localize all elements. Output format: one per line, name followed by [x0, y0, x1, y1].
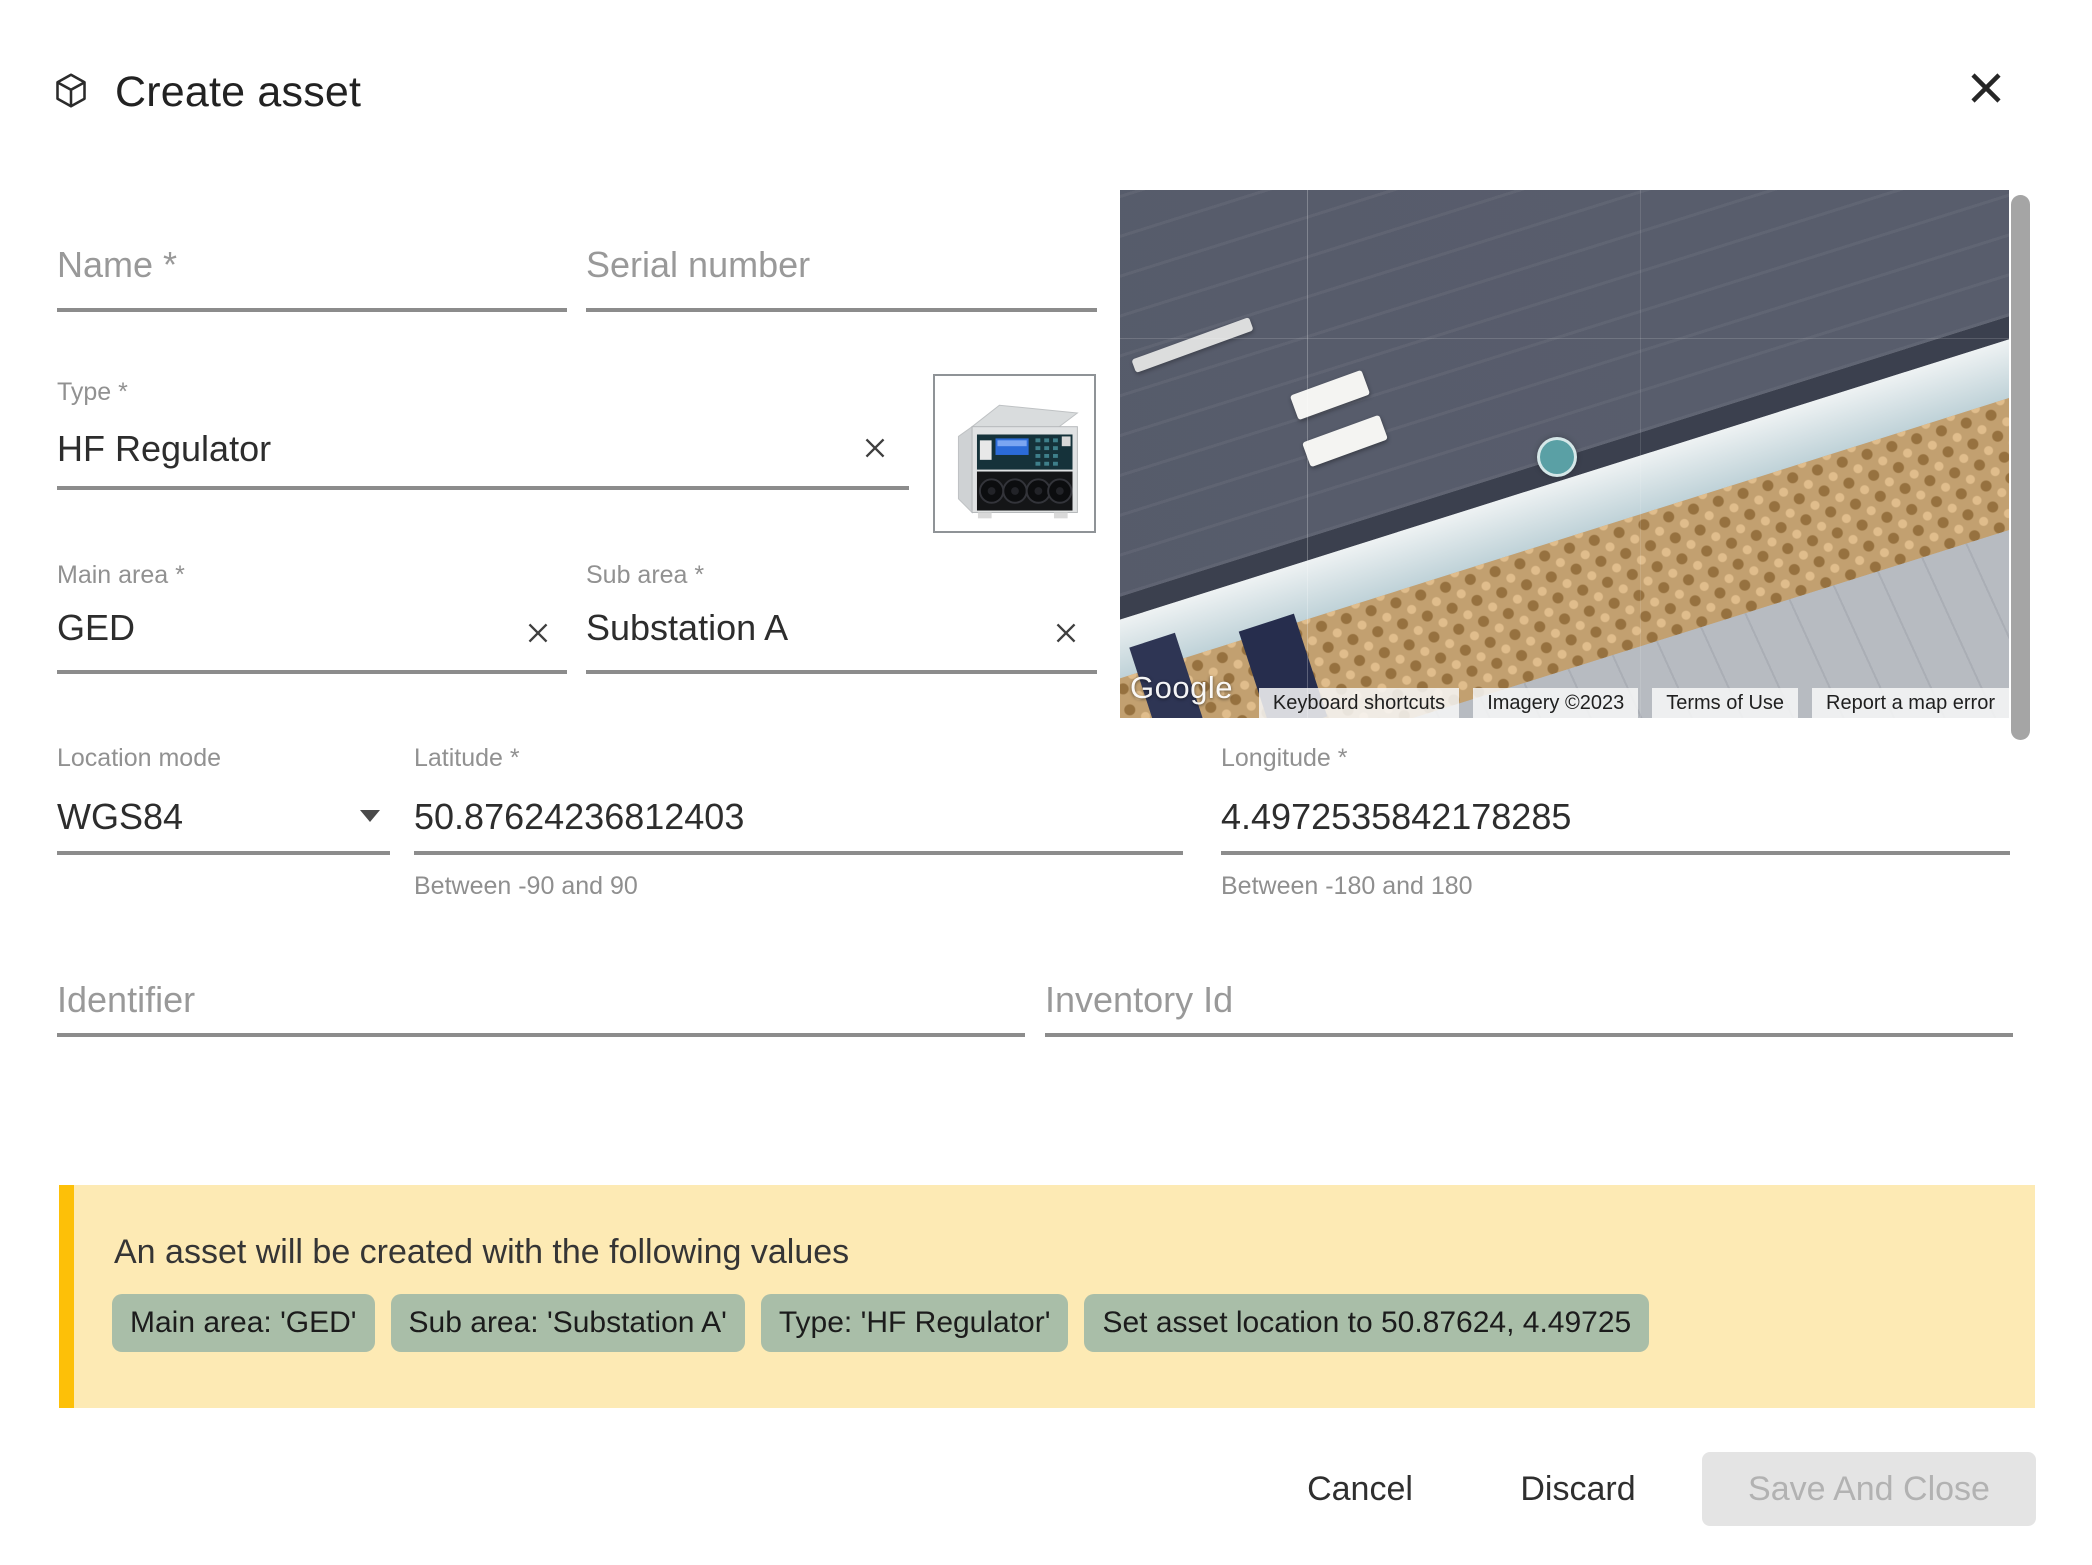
chevron-down-icon[interactable] [360, 810, 380, 822]
type-clear-button[interactable] [859, 432, 893, 466]
type-label: Type * [57, 378, 128, 407]
map-attribution: Keyboard shortcuts Imagery ©2023 Terms o… [1120, 688, 2009, 718]
map[interactable]: Google Keyboard shortcuts Imagery ©2023 … [1120, 190, 2009, 718]
main-area-label: Main area * [57, 561, 185, 590]
sub-area-field[interactable]: Sub area * Substation A [586, 561, 1097, 676]
latitude-field[interactable]: Latitude * 50.87624236812403 Between -90… [414, 744, 1183, 904]
package-icon [53, 70, 89, 117]
identifier-underline [57, 1033, 1025, 1037]
banner-accent-bar [59, 1185, 74, 1408]
serial-number-placeholder: Serial number [586, 244, 810, 286]
sub-area-underline [586, 670, 1097, 674]
page-title: Create asset [115, 68, 361, 117]
longitude-value: 4.4972535842178285 [1221, 796, 1571, 838]
inventory-id-placeholder: Inventory Id [1045, 979, 1233, 1021]
location-mode-label: Location mode [57, 744, 221, 773]
chip-sub-area: Sub area: 'Substation A' [391, 1294, 745, 1352]
latitude-helper-text: Between -90 and 90 [414, 872, 638, 901]
main-area-value: GED [57, 607, 135, 649]
chip-location: Set asset location to 50.87624, 4.49725 [1084, 1294, 1649, 1352]
imagery-credit: Imagery ©2023 [1473, 688, 1638, 718]
keyboard-shortcuts-link[interactable]: Keyboard shortcuts [1259, 688, 1459, 718]
latitude-label: Latitude * [414, 744, 520, 773]
location-mode-underline [57, 851, 390, 855]
sub-area-clear-button[interactable] [1050, 617, 1084, 651]
serial-number-underline [586, 308, 1097, 312]
location-mode-select[interactable]: Location mode WGS84 [57, 744, 390, 856]
map-tile-seam [1120, 338, 2009, 339]
scrollbar-thumb[interactable] [2011, 195, 2030, 740]
serial-number-field[interactable]: Serial number [586, 244, 1097, 314]
latitude-underline [414, 851, 1183, 855]
main-area-clear-button[interactable] [522, 617, 556, 651]
sub-area-value: Substation A [586, 607, 788, 649]
create-asset-dialog: Create asset Name * Serial number Type *… [0, 0, 2092, 1565]
inventory-id-underline [1045, 1033, 2013, 1037]
cancel-button[interactable]: Cancel [1295, 1470, 1425, 1509]
name-field[interactable]: Name * [57, 244, 567, 314]
inventory-id-field[interactable]: Inventory Id [1045, 979, 2013, 1039]
device-thumbnail [933, 374, 1096, 533]
close-button[interactable] [1958, 62, 2014, 118]
type-field[interactable]: Type * HF Regulator [57, 378, 909, 493]
creation-summary-banner: An asset will be created with the follow… [59, 1185, 2035, 1408]
type-value: HF Regulator [57, 428, 271, 470]
longitude-field[interactable]: Longitude * 4.4972535842178285 Between -… [1221, 744, 2010, 904]
type-underline [57, 486, 909, 490]
longitude-helper-text: Between -180 and 180 [1221, 872, 1473, 901]
latitude-value: 50.87624236812403 [414, 796, 744, 838]
main-area-field[interactable]: Main area * GED [57, 561, 567, 676]
close-icon [1964, 66, 2008, 115]
location-mode-value: WGS84 [57, 796, 183, 838]
identifier-field[interactable]: Identifier [57, 979, 1025, 1039]
chip-main-area: Main area: 'GED' [112, 1294, 375, 1352]
sub-area-label: Sub area * [586, 561, 704, 590]
longitude-underline [1221, 851, 2010, 855]
banner-title: An asset will be created with the follow… [114, 1233, 849, 1272]
longitude-label: Longitude * [1221, 744, 1348, 773]
discard-button[interactable]: Discard [1500, 1470, 1656, 1509]
map-tile-seam [1640, 190, 1641, 718]
main-area-underline [57, 670, 567, 674]
terms-of-use-link[interactable]: Terms of Use [1652, 688, 1798, 718]
name-underline [57, 308, 567, 312]
identifier-placeholder: Identifier [57, 979, 195, 1021]
name-placeholder: Name * [57, 244, 177, 286]
chip-type: Type: 'HF Regulator' [761, 1294, 1069, 1352]
map-tile-seam [1307, 190, 1308, 718]
save-and-close-button[interactable]: Save And Close [1702, 1452, 2036, 1526]
asset-location-marker[interactable] [1537, 437, 1577, 477]
report-map-error-link[interactable]: Report a map error [1812, 688, 2009, 718]
banner-chips: Main area: 'GED' Sub area: 'Substation A… [112, 1294, 1649, 1352]
